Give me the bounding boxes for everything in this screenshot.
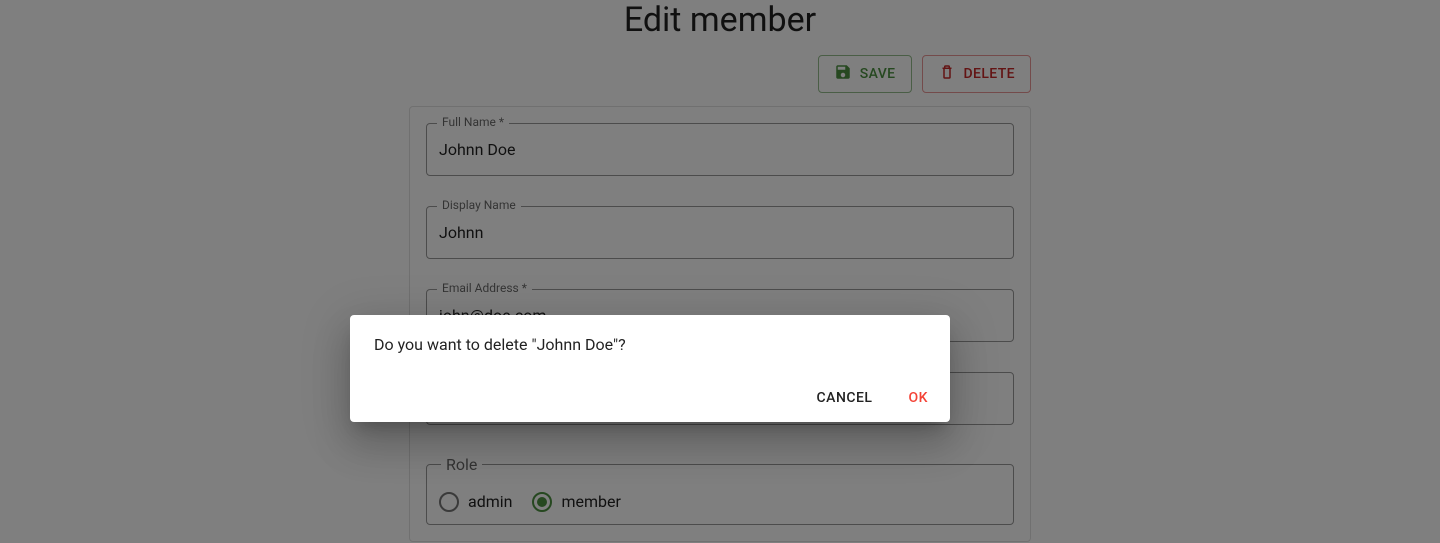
dialog-message: Do you want to delete "Johnn Doe"? <box>374 335 926 354</box>
dialog-cancel-button[interactable]: CANCEL <box>803 382 887 414</box>
confirm-dialog: Do you want to delete "Johnn Doe"? CANCE… <box>350 315 950 422</box>
dialog-ok-button[interactable]: OK <box>895 382 943 414</box>
modal-backdrop[interactable] <box>0 0 1440 543</box>
